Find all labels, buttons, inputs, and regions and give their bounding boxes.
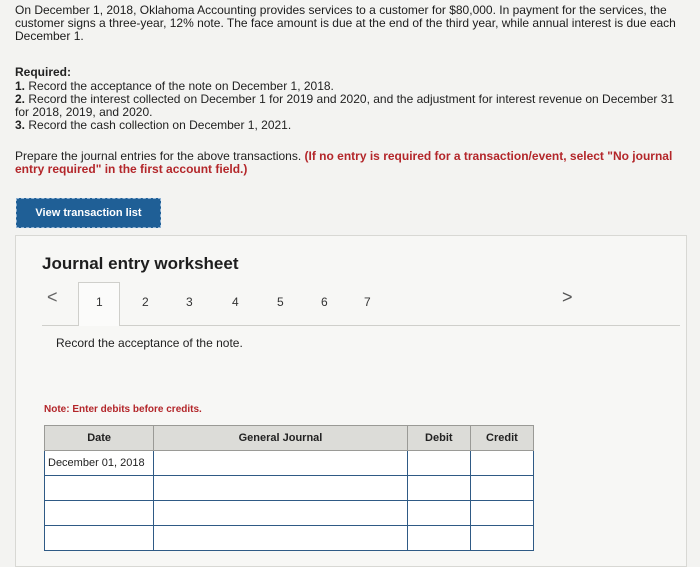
tab-divider — [120, 325, 680, 326]
account-cell[interactable] — [153, 525, 408, 551]
tab-6[interactable]: 6 — [321, 295, 328, 309]
account-cell[interactable] — [153, 450, 408, 476]
requirement-3-number: 3. — [15, 118, 26, 132]
requirement-1-number: 1. — [15, 79, 26, 93]
chevron-left-icon[interactable]: < — [47, 287, 58, 308]
tab-3[interactable]: 3 — [186, 295, 193, 309]
prepare-text: Prepare the journal entries for the abov… — [15, 149, 302, 163]
worksheet-instruction: Record the acceptance of the note. — [56, 336, 243, 350]
general-journal-header: General Journal — [153, 425, 408, 451]
table-row: December 01, 2018 — [43, 450, 535, 476]
debits-credits-note: Note: Enter debits before credits. — [44, 404, 202, 415]
tab-1[interactable]: 1 — [96, 295, 103, 309]
debit-cell[interactable] — [406, 525, 471, 551]
requirement-3: 3. Record the cash collection on Decembe… — [15, 119, 685, 132]
requirement-2-text: Record the interest collected on Decembe… — [15, 92, 675, 119]
debit-cell[interactable] — [406, 475, 471, 501]
table-row — [43, 525, 535, 551]
credit-cell[interactable] — [469, 475, 535, 501]
requirement-2-number: 2. — [15, 92, 26, 106]
date-cell[interactable] — [43, 525, 155, 551]
tab-4[interactable]: 4 — [232, 295, 239, 309]
requirement-1-text: Record the acceptance of the note on Dec… — [28, 79, 334, 93]
view-transaction-list-button[interactable]: View transaction list — [16, 198, 161, 228]
date-cell[interactable] — [43, 500, 155, 526]
debit-header: Debit — [406, 425, 471, 451]
worksheet-title: Journal entry worksheet — [42, 254, 239, 273]
requirement-3-text: Record the cash collection on December 1… — [28, 118, 292, 132]
debit-cell[interactable] — [406, 450, 471, 476]
journal-header-row: Date General Journal Debit Credit — [43, 425, 535, 451]
table-row — [43, 475, 535, 501]
tab-divider — [42, 325, 78, 326]
date-header: Date — [43, 425, 155, 451]
credit-header: Credit — [469, 425, 535, 451]
table-row — [43, 500, 535, 526]
debit-cell[interactable] — [406, 500, 471, 526]
account-cell[interactable] — [153, 500, 408, 526]
account-cell[interactable] — [153, 475, 408, 501]
required-list: 1. Record the acceptance of the note on … — [15, 80, 685, 132]
requirement-2: 2. Record the interest collected on Dece… — [15, 93, 685, 119]
tab-7[interactable]: 7 — [364, 295, 371, 309]
date-cell[interactable] — [43, 475, 155, 501]
tab-5[interactable]: 5 — [277, 295, 284, 309]
tab-2[interactable]: 2 — [142, 295, 149, 309]
required-title: Required: — [15, 65, 72, 79]
credit-cell[interactable] — [469, 450, 535, 476]
problem-intro: On December 1, 2018, Oklahoma Accounting… — [15, 3, 676, 43]
credit-cell[interactable] — [469, 525, 535, 551]
journal-table: Date General Journal Debit Credit Decemb… — [43, 425, 535, 551]
chevron-right-icon[interactable]: > — [562, 287, 573, 308]
date-cell[interactable]: December 01, 2018 — [43, 450, 155, 476]
prepare-instructions: Prepare the journal entries for the abov… — [15, 150, 685, 176]
credit-cell[interactable] — [469, 500, 535, 526]
